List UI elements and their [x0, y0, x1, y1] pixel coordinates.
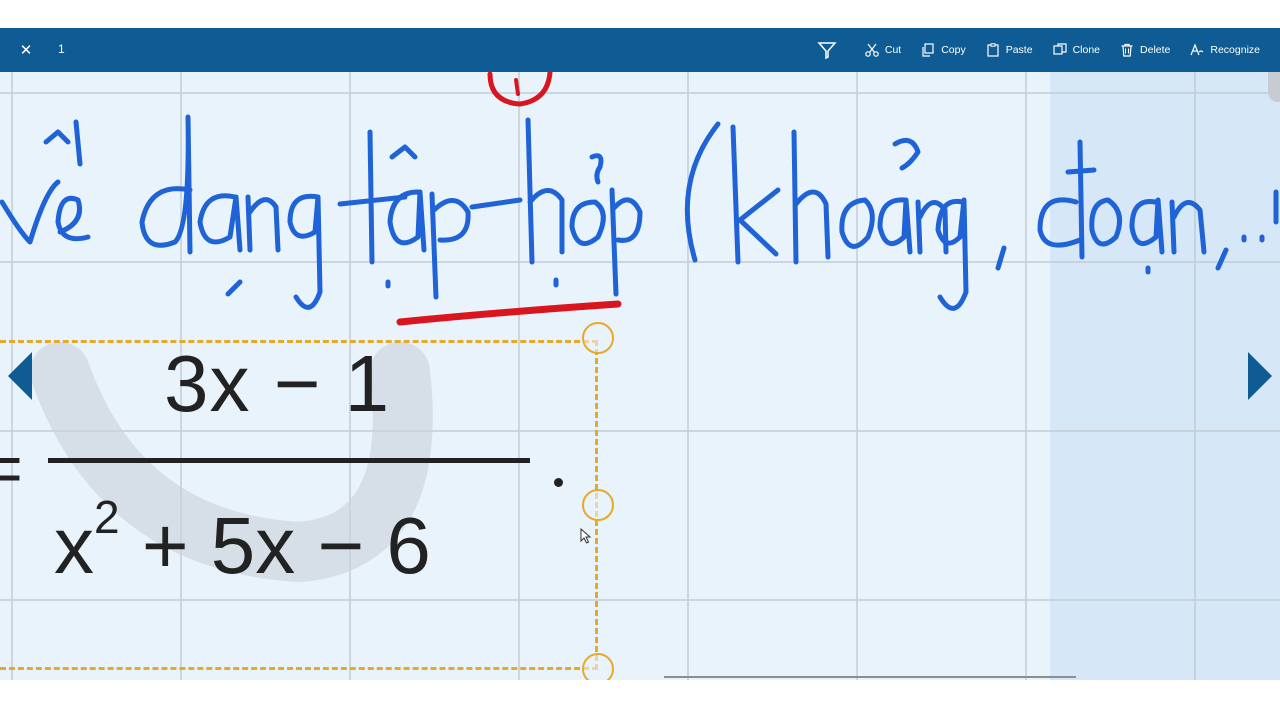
recognize-label: Recognize: [1210, 44, 1260, 56]
cut-button[interactable]: Cut: [855, 28, 911, 72]
copy-icon: [922, 43, 934, 57]
clone-icon: [1052, 43, 1067, 55]
clone-button[interactable]: Clone: [1043, 28, 1110, 72]
delete-label: Delete: [1140, 44, 1171, 56]
copy-label: Copy: [941, 44, 966, 56]
cut-label: Cut: [884, 44, 902, 56]
vertical-scrollbar[interactable]: [1268, 72, 1280, 102]
horizontal-scrollbar[interactable]: [664, 676, 1076, 678]
resize-handle-top-right[interactable]: [582, 322, 614, 354]
toolbar-actions: Cut Copy Paste Clone Delete Recognize: [805, 28, 1270, 72]
recognize-button[interactable]: Recognize: [1180, 28, 1270, 72]
close-selection-button[interactable]: ✕: [14, 38, 38, 62]
trash-icon: [1121, 43, 1133, 57]
copy-button[interactable]: Copy: [911, 28, 976, 72]
close-icon: ✕: [19, 42, 33, 59]
delete-button[interactable]: Delete: [1110, 28, 1180, 72]
selection-box[interactable]: [0, 340, 598, 670]
selection-toolbar: ✕ 1 Cut Copy Paste Clone Delete Recogniz…: [0, 28, 1280, 72]
selection-count: 1: [58, 42, 65, 56]
mouse-cursor-icon: [580, 528, 592, 544]
previous-page-arrow[interactable]: [8, 352, 32, 400]
paste-icon: [987, 43, 999, 57]
paste-label: Paste: [1005, 44, 1033, 56]
scissors-icon: [865, 43, 879, 57]
clone-label: Clone: [1072, 44, 1101, 56]
bottom-strip: [0, 680, 1280, 720]
paste-button[interactable]: Paste: [976, 28, 1043, 72]
next-page-arrow[interactable]: [1248, 352, 1272, 400]
resize-handle-right[interactable]: [582, 489, 614, 521]
lasso-button[interactable]: [805, 28, 855, 72]
lasso-icon: [817, 42, 837, 60]
app-window: ✕ 1 Cut Copy Paste Clone Delete Recogniz…: [0, 0, 1280, 720]
recognize-icon: [1190, 43, 1204, 56]
